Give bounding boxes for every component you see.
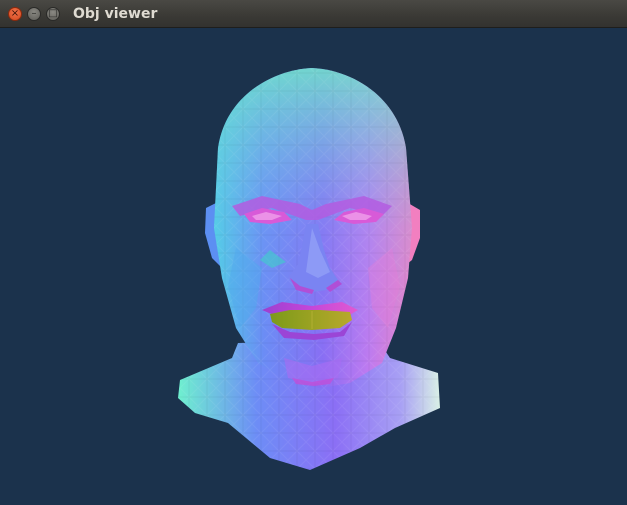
window-title: Obj viewer: [73, 6, 158, 22]
close-button[interactable]: ×: [8, 7, 22, 21]
mouth-interior: [270, 310, 352, 330]
maximize-icon: □: [48, 8, 58, 19]
maximize-button[interactable]: □: [46, 7, 60, 21]
render-viewport[interactable]: [0, 28, 627, 505]
title-bar[interactable]: × – □ Obj viewer: [0, 0, 627, 28]
app-window: × – □ Obj viewer: [0, 0, 627, 505]
minimize-icon: –: [31, 8, 37, 19]
close-icon: ×: [10, 8, 20, 19]
minimize-button[interactable]: –: [27, 7, 41, 21]
head-model: [178, 68, 440, 470]
